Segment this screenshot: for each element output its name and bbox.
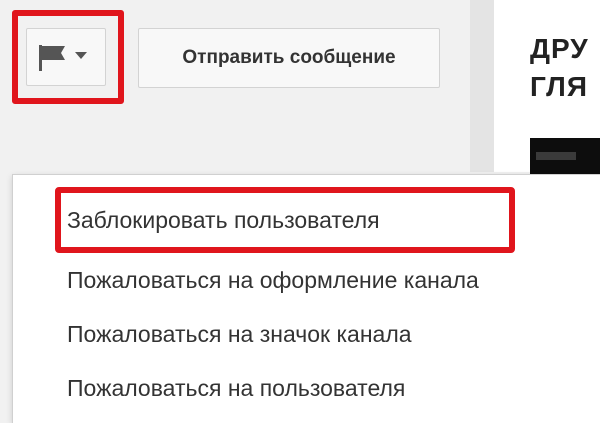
menu-item-report-channel-icon[interactable]: Пожаловаться на значок канала <box>67 321 412 348</box>
flag-dropdown-menu: Заблокировать пользователя Пожаловаться … <box>12 174 600 423</box>
video-thumbnail[interactable] <box>530 138 600 178</box>
menu-item-block-user[interactable]: Заблокировать пользователя <box>67 207 380 234</box>
menu-item-report-channel-art[interactable]: Пожаловаться на оформление канала <box>67 267 479 294</box>
menu-item-report-user[interactable]: Пожаловаться на пользователя <box>67 375 405 402</box>
friends-section-title: ДРУ ГЛЯ <box>530 33 589 102</box>
flag-highlight-frame <box>12 10 124 104</box>
send-message-button[interactable]: Отправить сообщение <box>138 28 440 88</box>
column-divider <box>470 0 494 172</box>
